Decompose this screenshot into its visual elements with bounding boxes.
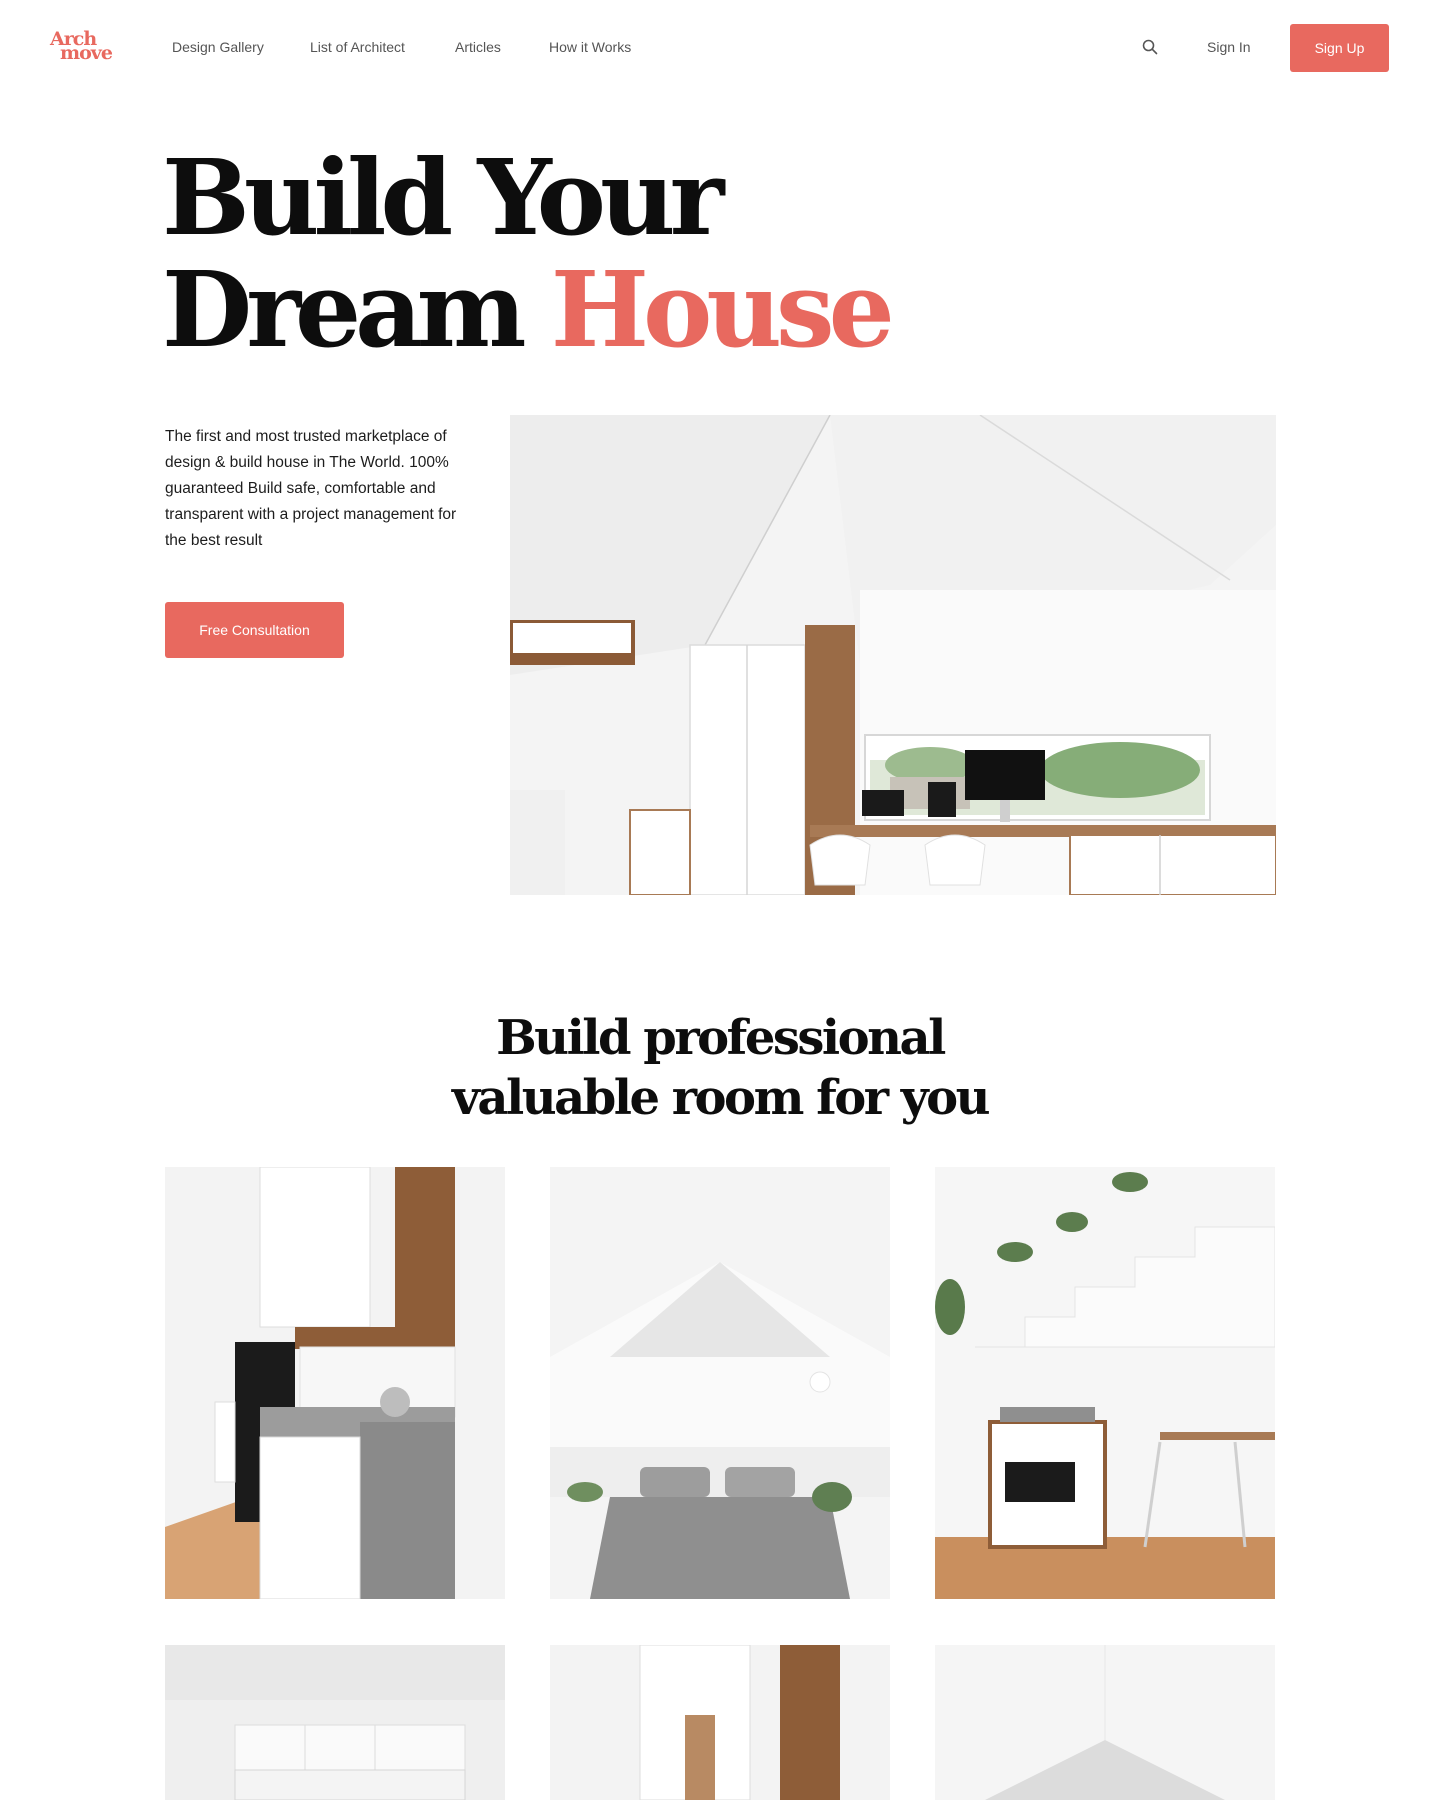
nav-how-it-works[interactable]: How it Works: [549, 39, 631, 55]
study-corner-photo[interactable]: [935, 1167, 1275, 1599]
free-consultation-button[interactable]: Free Consultation: [165, 602, 344, 658]
top-navigation: Arch move Design Gallery List of Archite…: [0, 0, 1440, 96]
hero-title-accent: House: [550, 248, 895, 371]
nav-design-gallery[interactable]: Design Gallery: [172, 39, 264, 55]
archmove-logo[interactable]: Arch move: [50, 30, 114, 64]
logo-line-2: move: [60, 42, 113, 64]
nav-list-of-architect[interactable]: List of Architect: [310, 39, 405, 55]
section-title: Build professional valuable room for you: [0, 1008, 1440, 1128]
kitchen-shelves-photo[interactable]: [550, 1645, 890, 1800]
nav-articles[interactable]: Articles: [455, 39, 501, 55]
gable-wall-photo[interactable]: [935, 1645, 1275, 1800]
section-title-line-1: Build professional: [496, 1010, 946, 1066]
kitchen-photo[interactable]: [165, 1167, 505, 1599]
hero-title-line-1: Build Your: [162, 136, 724, 259]
white-cabinets-photo[interactable]: [165, 1645, 505, 1800]
sign-in-link[interactable]: Sign In: [1207, 39, 1251, 55]
sign-up-button[interactable]: Sign Up: [1290, 24, 1389, 72]
bedroom-photo[interactable]: [550, 1167, 890, 1599]
hero-title: Build Your Dream House: [162, 142, 895, 366]
hero-interior-photo: [510, 415, 1276, 895]
hero-title-line-2: Dream: [162, 248, 527, 371]
section-title-line-2: valuable room for you: [451, 1070, 991, 1126]
search-icon[interactable]: [1141, 38, 1159, 56]
hero-description: The first and most trusted marketplace o…: [165, 428, 457, 549]
